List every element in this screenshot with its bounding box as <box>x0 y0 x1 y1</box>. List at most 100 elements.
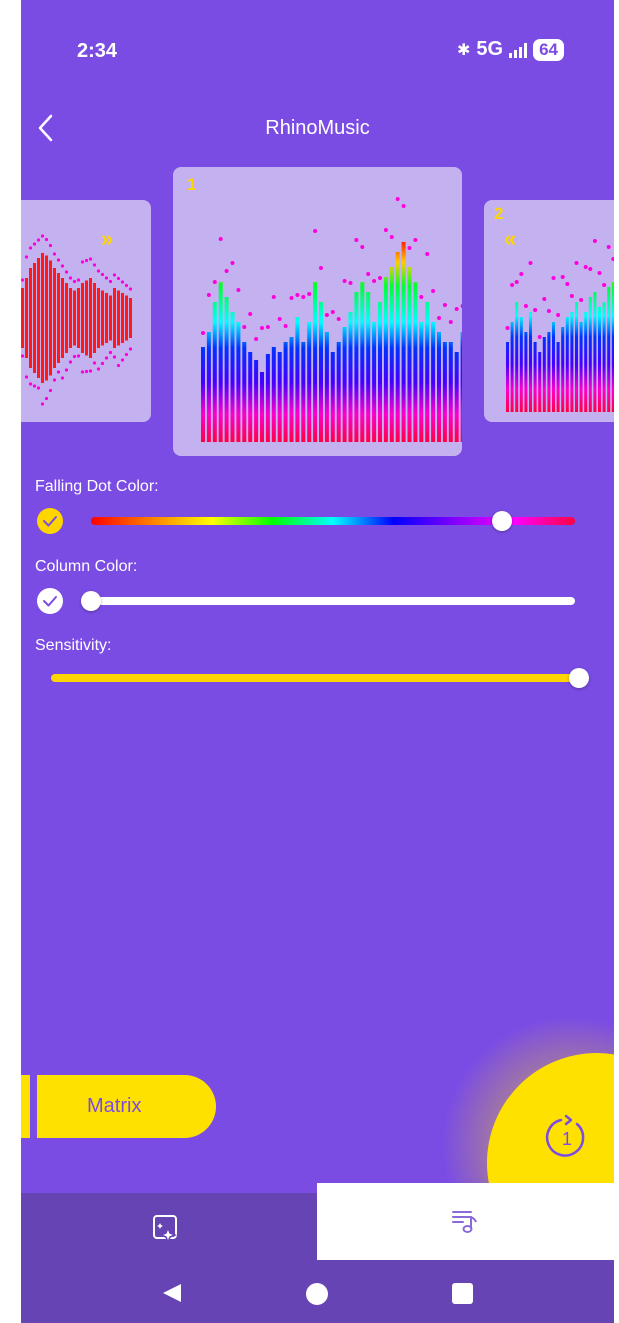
viz-bar <box>45 255 48 381</box>
viz-bar <box>383 277 388 442</box>
viz-dot <box>537 335 542 339</box>
nav-home-icon[interactable] <box>305 1282 329 1306</box>
viz-dot <box>44 396 49 401</box>
column-color-thumb[interactable] <box>81 591 101 611</box>
viz-dot <box>401 204 406 208</box>
viz-dot <box>36 386 41 390</box>
column-color-slider[interactable] <box>91 597 575 605</box>
viz-bar <box>584 312 588 412</box>
viz-bar <box>29 268 32 368</box>
viz-bar <box>588 297 592 412</box>
viz-bar <box>113 288 116 348</box>
viz-dot <box>64 368 69 372</box>
viz-bar <box>575 302 578 412</box>
viz-bar <box>33 263 36 373</box>
viz-bar <box>57 273 60 363</box>
viz-dot <box>592 239 597 243</box>
viz-bar <box>289 337 294 442</box>
falling-dot-color-checkbox[interactable] <box>37 508 63 534</box>
viz-dot <box>112 273 117 277</box>
viz-bar <box>242 342 247 442</box>
card-number: 1 <box>187 175 197 194</box>
viz-dot <box>96 367 101 371</box>
viz-dot <box>378 276 382 280</box>
viz-bar <box>117 290 120 346</box>
viz-bar <box>41 253 44 383</box>
viz-dot <box>104 356 109 360</box>
viz-dot <box>92 263 97 267</box>
falling-dot-color-thumb[interactable] <box>492 511 512 531</box>
viz-dot <box>342 279 347 283</box>
nav-recents-icon[interactable] <box>452 1283 473 1304</box>
tab-effects[interactable] <box>150 1212 182 1249</box>
viz-bar <box>105 293 108 343</box>
viz-dot <box>546 309 551 313</box>
viz-dot <box>24 375 29 379</box>
viz-bar <box>378 302 382 442</box>
check-icon <box>43 516 57 527</box>
viz-bar <box>519 317 523 412</box>
viz-dot <box>124 352 129 357</box>
viz-dot <box>366 272 371 276</box>
viz-bar <box>212 302 217 442</box>
viz-dot <box>68 276 73 280</box>
viz-dot <box>88 369 93 373</box>
sparkle-image-icon <box>153 1215 178 1245</box>
viz-bar <box>529 312 532 412</box>
viz-dot <box>324 313 329 317</box>
viz-dot <box>224 269 229 273</box>
viz-dot <box>76 354 81 358</box>
viz-bar <box>206 332 211 442</box>
viz-bar <box>97 288 100 348</box>
viz-bar <box>61 278 64 358</box>
viz-dot <box>52 252 57 256</box>
sensitivity-slider[interactable] <box>51 674 581 682</box>
effect-card-current[interactable]: 1 <box>173 167 462 456</box>
check-icon <box>43 596 57 607</box>
viz-dot <box>528 261 533 265</box>
viz-bar <box>73 290 76 346</box>
viz-dot <box>510 283 515 287</box>
viz-dot <box>21 354 25 358</box>
spectrum-preview <box>201 197 462 442</box>
viz-dot <box>533 308 538 312</box>
viz-bar <box>360 282 365 442</box>
effect-card-prev[interactable]: » <box>21 200 151 422</box>
viz-bar <box>524 332 528 412</box>
viz-dot <box>569 294 574 298</box>
viz-dot <box>606 245 611 249</box>
viz-bar <box>230 312 235 442</box>
viz-dot <box>60 264 65 268</box>
viz-bar <box>295 317 300 442</box>
viz-dot <box>32 384 37 388</box>
viz-bar <box>431 322 436 442</box>
battery-indicator: 64 <box>533 38 564 61</box>
nav-back-icon[interactable] <box>161 1282 183 1304</box>
viz-bar <box>533 342 537 412</box>
viz-dot <box>84 258 89 263</box>
viz-dot <box>80 260 85 264</box>
viz-dot <box>72 279 77 284</box>
matrix-mode-label: Matrix <box>87 1095 142 1117</box>
viz-dot <box>542 297 547 301</box>
sensitivity-thumb[interactable] <box>569 668 589 688</box>
viz-bar <box>372 322 377 442</box>
viz-dot <box>206 293 211 297</box>
tab-music[interactable] <box>449 1205 481 1242</box>
viz-bar <box>265 354 270 442</box>
viz-bar <box>556 342 560 412</box>
network-label: 5G <box>476 38 504 60</box>
fab-badge: 1 <box>562 1129 572 1149</box>
music-list-icon <box>452 1211 477 1233</box>
viz-bar <box>565 317 569 412</box>
column-color-checkbox[interactable] <box>37 588 63 614</box>
viz-dot <box>442 303 447 307</box>
viz-bar <box>260 372 264 442</box>
viz-bar <box>611 282 614 412</box>
app-screen: 2:34 ✱ 5G 64 RhinoMusic » 1 2 « Falling … <box>21 0 614 1323</box>
matrix-mode-button[interactable]: Matrix <box>37 1075 216 1138</box>
chevron-left-icon: « <box>504 226 517 251</box>
effect-card-next[interactable]: 2 « <box>484 200 614 422</box>
viz-dot <box>330 310 335 314</box>
viz-bar <box>395 252 400 442</box>
